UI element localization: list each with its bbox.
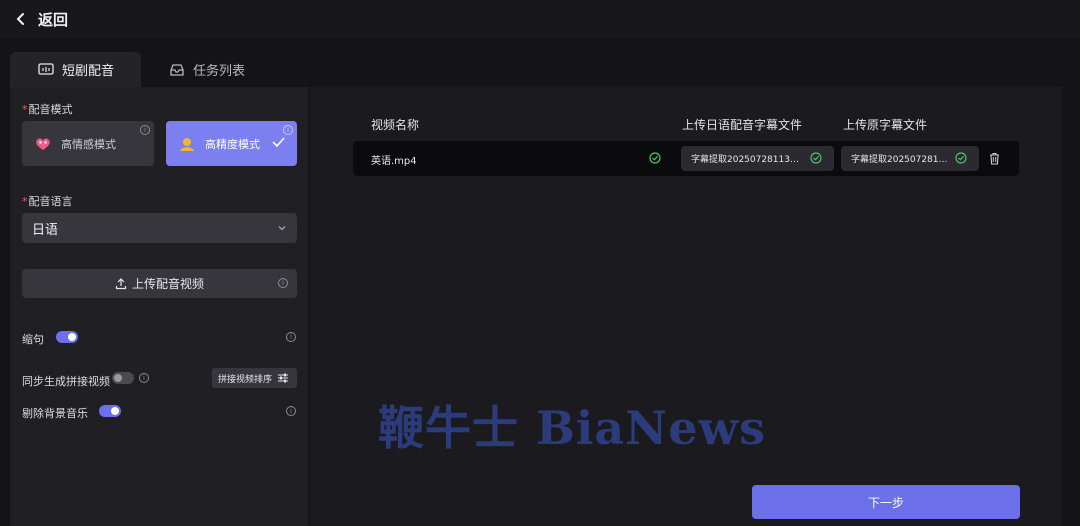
info-icon[interactable]: i bbox=[278, 278, 288, 288]
tab-label: 短剧配音 bbox=[62, 64, 115, 79]
dub-subtitle-file-name: 字幕提取2025072811356U... bbox=[691, 155, 803, 165]
header-video-name: 视频名称 bbox=[371, 118, 420, 132]
dub-language-label: *配音语言 bbox=[22, 193, 73, 209]
chevron-left-icon bbox=[16, 13, 24, 25]
check-icon bbox=[272, 137, 285, 147]
dub-subtitle-file-chip[interactable]: 字幕提取2025072811356U... bbox=[681, 146, 834, 171]
dub-language-label-text: 配音语言 bbox=[28, 195, 73, 208]
mode-high-emotion[interactable]: 高情感模式 i bbox=[22, 121, 154, 166]
required-mark: * bbox=[22, 103, 28, 116]
header-dub-subtitle: 上传日语配音字幕文件 bbox=[682, 118, 803, 132]
orig-subtitle-file-name: 字幕提取20250728111... bbox=[851, 155, 948, 165]
tab-label: 任务列表 bbox=[193, 64, 246, 79]
check-circle-icon bbox=[810, 152, 822, 164]
back-button[interactable]: 返回 bbox=[14, 9, 68, 30]
mode-label: 高情感模式 bbox=[61, 137, 116, 151]
tab-task-list[interactable]: 任务列表 bbox=[141, 52, 267, 87]
language-select[interactable]: 日语 bbox=[22, 213, 297, 243]
info-icon[interactable]: i bbox=[283, 125, 293, 135]
watermark: 鞭牛士 BiaNews bbox=[378, 401, 766, 455]
info-icon[interactable]: i bbox=[139, 373, 149, 383]
toggle-knob bbox=[68, 333, 76, 341]
person-icon bbox=[180, 137, 194, 151]
condense-label: 缩句 bbox=[22, 333, 44, 346]
next-step-label: 下一步 bbox=[867, 495, 904, 510]
orig-subtitle-file-chip[interactable]: 字幕提取20250728111... bbox=[841, 146, 979, 171]
mode-label: 高精度模式 bbox=[205, 137, 260, 151]
inbox-icon bbox=[170, 63, 184, 76]
upload-label: 上传配音视频 bbox=[131, 277, 204, 291]
tab-short-drama-dubbing[interactable]: 短剧配音 bbox=[10, 52, 141, 87]
dub-mode-label: *配音模式 bbox=[22, 101, 73, 117]
tab-bar: 短剧配音 任务列表 bbox=[10, 52, 267, 87]
chevron-down-icon bbox=[278, 226, 286, 231]
condense-toggle[interactable] bbox=[56, 331, 78, 343]
sync-splice-label: 同步生成拼接视频 bbox=[22, 375, 110, 388]
toggle-knob bbox=[114, 374, 122, 382]
remove-bgm-label: 剔除背景音乐 bbox=[22, 407, 88, 420]
info-icon[interactable]: i bbox=[286, 406, 296, 416]
video-file-name: 英语.mp4 bbox=[371, 156, 417, 167]
info-icon[interactable]: i bbox=[286, 332, 296, 342]
mode-high-precision[interactable]: 高精度模式 i bbox=[166, 121, 297, 166]
trash-icon[interactable] bbox=[989, 152, 1000, 165]
top-bar: 返回 bbox=[0, 0, 1080, 38]
info-icon[interactable]: i bbox=[140, 125, 150, 135]
back-label: 返回 bbox=[38, 10, 69, 29]
check-circle-icon bbox=[955, 152, 967, 164]
check-circle-icon bbox=[649, 152, 661, 164]
heart-mask-icon bbox=[36, 138, 50, 150]
remove-bgm-toggle[interactable] bbox=[99, 405, 121, 417]
next-step-button[interactable]: 下一步 bbox=[752, 485, 1020, 519]
required-mark: * bbox=[22, 195, 28, 208]
upload-icon bbox=[115, 277, 127, 289]
sync-splice-toggle[interactable] bbox=[112, 372, 134, 384]
toggle-knob bbox=[111, 407, 119, 415]
sort-label: 拼接视频排序 bbox=[218, 374, 273, 385]
header-orig-subtitle: 上传原字幕文件 bbox=[843, 118, 928, 132]
language-value: 日语 bbox=[32, 222, 59, 238]
upload-dub-video-button[interactable]: 上传配音视频 bbox=[22, 269, 297, 298]
dub-mode-label-text: 配音模式 bbox=[28, 103, 73, 116]
dubbing-icon bbox=[38, 62, 54, 75]
splice-sort-button[interactable]: 拼接视频排序 bbox=[212, 368, 297, 388]
table-row: 英语.mp4 字幕提取2025072811356U... 字幕提取2025072… bbox=[353, 141, 1019, 176]
sliders-icon bbox=[278, 373, 289, 383]
